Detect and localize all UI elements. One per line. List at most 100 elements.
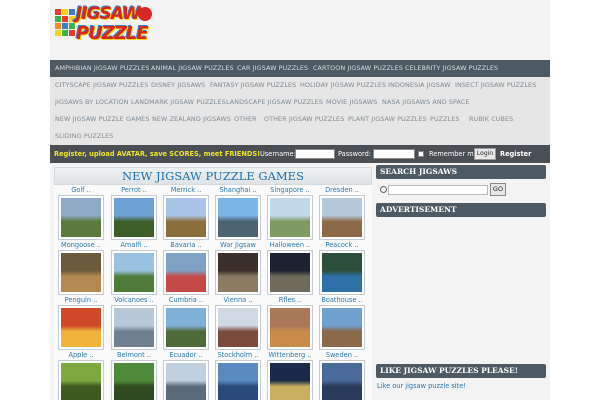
puzzle-thumbnail[interactable] — [319, 195, 365, 240]
puzzle-tile[interactable]: Stockholm .. — [212, 351, 264, 400]
puzzle-title-link[interactable]: Dresden .. — [316, 186, 368, 195]
puzzle-thumbnail[interactable] — [163, 360, 209, 400]
register-link[interactable]: Register — [500, 145, 531, 163]
nav-item[interactable]: MOVIE JIGSAWS — [326, 94, 377, 111]
puzzle-tile[interactable]: Volcanoes .. — [108, 296, 160, 358]
puzzle-thumbnail[interactable] — [215, 195, 261, 240]
puzzle-tile[interactable]: Wittenberg .. — [264, 351, 316, 400]
nav-item[interactable]: AMPHIBIAN JIGSAW PUZZLES — [55, 60, 149, 77]
puzzle-thumbnail[interactable] — [267, 305, 313, 350]
puzzle-title-link[interactable]: Merrick .. — [160, 186, 212, 195]
puzzle-thumbnail[interactable] — [163, 305, 209, 350]
puzzle-thumbnail[interactable] — [58, 305, 104, 350]
puzzle-tile[interactable]: Halloween .. — [264, 241, 316, 303]
nav-item[interactable]: CITYSCAPE JIGSAW PUZZLES — [55, 77, 148, 94]
puzzle-title-link[interactable]: Wittenberg .. — [264, 351, 316, 360]
puzzle-title-link[interactable]: Cumbria .. — [160, 296, 212, 305]
puzzle-tile[interactable]: Sweden .. — [316, 351, 368, 400]
go-button[interactable]: GO — [490, 183, 506, 196]
puzzle-title-link[interactable]: Apple .. — [55, 351, 107, 360]
puzzle-thumbnail[interactable] — [111, 250, 157, 295]
puzzle-title-link[interactable]: Stockholm .. — [212, 351, 264, 360]
nav-item[interactable]: SLIDING PUZZLES — [55, 128, 113, 145]
puzzle-tile[interactable]: Mongoose .. — [55, 241, 107, 303]
puzzle-title-link[interactable]: Vienna .. — [212, 296, 264, 305]
puzzle-thumbnail[interactable] — [111, 305, 157, 350]
nav-item[interactable]: OTHER — [234, 111, 257, 128]
nav-item[interactable]: PLANT JIGSAW PUZZLES — [348, 111, 427, 128]
puzzle-title-link[interactable]: Shanghai .. — [212, 186, 264, 195]
nav-item[interactable]: CARTOON JIGSAW PUZZLES — [313, 60, 403, 77]
puzzle-title-link[interactable]: Penguin .. — [55, 296, 107, 305]
puzzle-thumbnail[interactable] — [267, 250, 313, 295]
puzzle-thumbnail[interactable] — [267, 195, 313, 240]
nav-item[interactable]: CAR JIGSAW PUZZLES — [237, 60, 308, 77]
puzzle-thumbnail[interactable] — [163, 195, 209, 240]
puzzle-tile[interactable]: Boathouse .. — [316, 296, 368, 358]
puzzle-tile[interactable]: Shanghai .. — [212, 186, 264, 248]
nav-item[interactable]: DISNEY JIGSAWS — [151, 77, 205, 94]
nav-item[interactable]: NEW ZEALAND JIGSAWS — [152, 111, 231, 128]
like-link[interactable]: Like our jigsaw puzzle site! — [377, 382, 466, 390]
puzzle-tile[interactable]: War Jigsaw — [212, 241, 264, 303]
puzzle-tile[interactable]: Perrot .. — [108, 186, 160, 248]
puzzle-thumbnail[interactable] — [58, 195, 104, 240]
puzzle-tile[interactable]: Singapore .. — [264, 186, 316, 248]
puzzle-title-link[interactable]: Perrot .. — [108, 186, 160, 195]
puzzle-tile[interactable]: Peacock .. — [316, 241, 368, 303]
puzzle-title-link[interactable]: Peacock .. — [316, 241, 368, 250]
puzzle-thumbnail[interactable] — [163, 250, 209, 295]
login-button[interactable]: Login — [474, 148, 496, 160]
puzzle-thumbnail[interactable] — [111, 195, 157, 240]
puzzle-title-link[interactable]: Singapore .. — [264, 186, 316, 195]
puzzle-tile[interactable]: Amalfi .. — [108, 241, 160, 303]
password-input[interactable] — [373, 149, 415, 159]
nav-item[interactable]: INDONESIA JIGSAW — [388, 77, 451, 94]
nav-item[interactable]: FANTASY JIGSAW PUZZLES — [210, 77, 296, 94]
puzzle-tile[interactable]: Bavaria .. — [160, 241, 212, 303]
puzzle-thumbnail[interactable] — [215, 250, 261, 295]
puzzle-title-link[interactable]: Volcanoes .. — [108, 296, 160, 305]
nav-item[interactable]: CELEBRITY JIGSAW PUZZLES — [405, 60, 498, 77]
puzzle-thumbnail[interactable] — [58, 360, 104, 400]
nav-item[interactable]: OTHER JIGSAW PUZZLES — [264, 111, 344, 128]
remember-checkbox[interactable] — [418, 151, 424, 157]
nav-item[interactable]: JIGSAWS BY LOCATION — [55, 94, 129, 111]
puzzle-thumbnail[interactable] — [319, 250, 365, 295]
puzzle-tile[interactable]: Rfles .. — [264, 296, 316, 358]
puzzle-tile[interactable]: Apple .. — [55, 351, 107, 400]
puzzle-title-link[interactable]: War Jigsaw — [212, 241, 264, 250]
puzzle-title-link[interactable]: Halloween .. — [264, 241, 316, 250]
search-input[interactable] — [388, 185, 488, 195]
puzzle-thumbnail[interactable] — [215, 305, 261, 350]
nav-item[interactable]: NASA JIGSAWS AND SPACE — [382, 94, 470, 111]
nav-item[interactable]: HOLIDAY JIGSAW PUZZLES — [300, 77, 386, 94]
nav-item[interactable]: NEW JIGSAW PUZZLE GAMES — [55, 111, 149, 128]
puzzle-thumbnail[interactable] — [215, 360, 261, 400]
nav-item[interactable]: PUZZLES — [430, 111, 460, 128]
puzzle-tile[interactable]: Golf .. — [55, 186, 107, 248]
nav-item[interactable]: LANDSCAPE JIGSAW PUZZLES — [226, 94, 323, 111]
puzzle-title-link[interactable]: Sweden .. — [316, 351, 368, 360]
puzzle-tile[interactable]: Dresden .. — [316, 186, 368, 248]
puzzle-thumbnail[interactable] — [111, 360, 157, 400]
puzzle-thumbnail[interactable] — [58, 250, 104, 295]
puzzle-title-link[interactable]: Belmont .. — [108, 351, 160, 360]
puzzle-tile[interactable]: Merrick .. — [160, 186, 212, 248]
puzzle-tile[interactable]: Ecuador .. — [160, 351, 212, 400]
puzzle-thumbnail[interactable] — [319, 360, 365, 400]
puzzle-tile[interactable]: Vienna .. — [212, 296, 264, 358]
register-promo[interactable]: Register, upload AVATAR, save SCORES, me… — [54, 145, 260, 163]
puzzle-title-link[interactable]: Amalfi .. — [108, 241, 160, 250]
nav-item[interactable]: ANIMAL JIGSAW PUZZLES — [151, 60, 234, 77]
puzzle-title-link[interactable]: Boathouse .. — [316, 296, 368, 305]
puzzle-tile[interactable]: Cumbria .. — [160, 296, 212, 358]
nav-item[interactable]: LANDMARK JIGSAW PUZZLES — [131, 94, 226, 111]
site-logo[interactable]: JIGSAW PUZZLE — [54, 3, 154, 47]
puzzle-thumbnail[interactable] — [267, 360, 313, 400]
username-input[interactable] — [295, 149, 335, 159]
puzzle-tile[interactable]: Belmont .. — [108, 351, 160, 400]
puzzle-title-link[interactable]: Golf .. — [55, 186, 107, 195]
puzzle-tile[interactable]: Penguin .. — [55, 296, 107, 358]
nav-item[interactable]: INSECT JIGSAW PUZZLES — [455, 77, 536, 94]
